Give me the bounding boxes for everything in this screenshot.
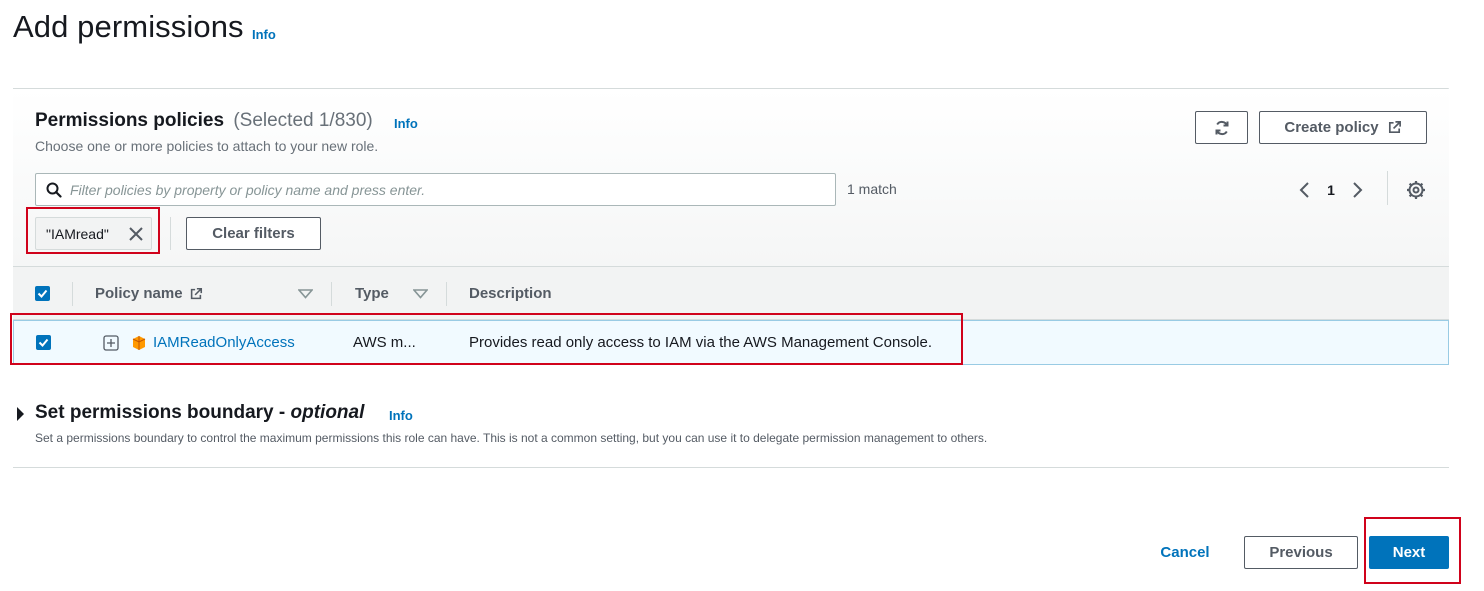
clear-filters-button[interactable]: Clear filters [186,217,321,250]
panel-description: Choose one or more policies to attach to… [35,138,379,154]
close-icon[interactable] [127,225,145,243]
chevron-right-icon [1353,182,1363,198]
checkmark-icon [38,338,49,347]
match-count: 1 match [847,181,897,197]
boundary-title-text: Set permissions boundary - [35,402,291,423]
previous-button[interactable]: Previous [1244,536,1358,569]
search-icon [46,182,62,198]
previous-page-button[interactable] [1289,177,1321,203]
column-header-label: Type [355,285,389,302]
policy-type-cell: AWS m... [353,334,416,351]
expand-plus-icon[interactable] [103,334,119,351]
panel-info-link[interactable]: Info [394,116,418,131]
column-divider [72,282,73,306]
policy-name-link[interactable]: IAMReadOnlyAccess [153,334,295,351]
policy-search-input[interactable] [70,181,810,198]
aws-managed-policy-icon [132,335,146,350]
panel-title: Permissions policies (Selected 1/830) [35,110,373,132]
select-all-cell [35,267,50,320]
row-select-cell [36,321,51,364]
cancel-button[interactable]: Cancel [1145,536,1225,569]
boundary-description: Set a permissions boundary to control th… [35,431,988,445]
chevron-left-icon [1299,182,1309,198]
pagination: 1 [1289,177,1373,203]
section-divider [13,467,1449,468]
permissions-policies-panel: Permissions policies (Selected 1/830) In… [13,88,1449,365]
column-header-label: Policy name [95,285,183,302]
next-page-button[interactable] [1341,177,1373,203]
filter-divider [170,217,171,250]
policy-search-field[interactable] [35,173,836,206]
panel-header: Permissions policies (Selected 1/830) In… [13,89,1449,267]
column-header-policy-name[interactable]: Policy name [95,267,313,320]
row-checkbox[interactable] [36,335,51,350]
sort-caret-icon[interactable] [413,288,428,299]
policy-description-cell: Provides read only access to IAM via the… [469,334,933,351]
table-header: Policy name Type Description [13,267,1449,320]
external-link-icon [190,287,202,299]
checkmark-icon [37,289,48,298]
boundary-info-link[interactable]: Info [389,408,413,423]
table-row[interactable]: IAMReadOnlyAccess AWS m... Provides read… [13,320,1449,365]
refresh-icon [1215,120,1228,135]
boundary-title[interactable]: Set permissions boundary - optional [35,402,364,424]
column-header-type[interactable]: Type [355,267,428,320]
pagination-divider [1387,171,1388,205]
current-page-number[interactable]: 1 [1321,182,1341,198]
filter-token-label: "IAMread" [46,225,109,242]
column-header-label: Description [469,285,552,302]
external-link-icon [1388,121,1401,134]
gear-icon [1407,181,1425,199]
filter-token: "IAMread" [35,217,152,250]
next-button[interactable]: Next [1369,536,1449,569]
caret-right-icon[interactable] [15,406,25,422]
column-header-description: Description [469,267,552,320]
column-divider [331,282,332,306]
refresh-button[interactable] [1195,111,1248,144]
select-all-checkbox[interactable] [35,286,50,301]
sort-caret-icon[interactable] [298,288,313,299]
table-settings-button[interactable] [1403,177,1429,203]
page-title: Add permissions [13,9,244,44]
policy-name-cell: IAMReadOnlyAccess [103,321,295,364]
column-divider [446,282,447,306]
create-policy-label: Create policy [1284,119,1379,136]
boundary-optional-label: optional [290,402,365,423]
panel-title-text: Permissions policies [35,110,225,131]
create-policy-button[interactable]: Create policy [1259,111,1427,144]
page-info-link[interactable]: Info [252,27,276,42]
selected-count: (Selected 1/830) [233,110,373,131]
